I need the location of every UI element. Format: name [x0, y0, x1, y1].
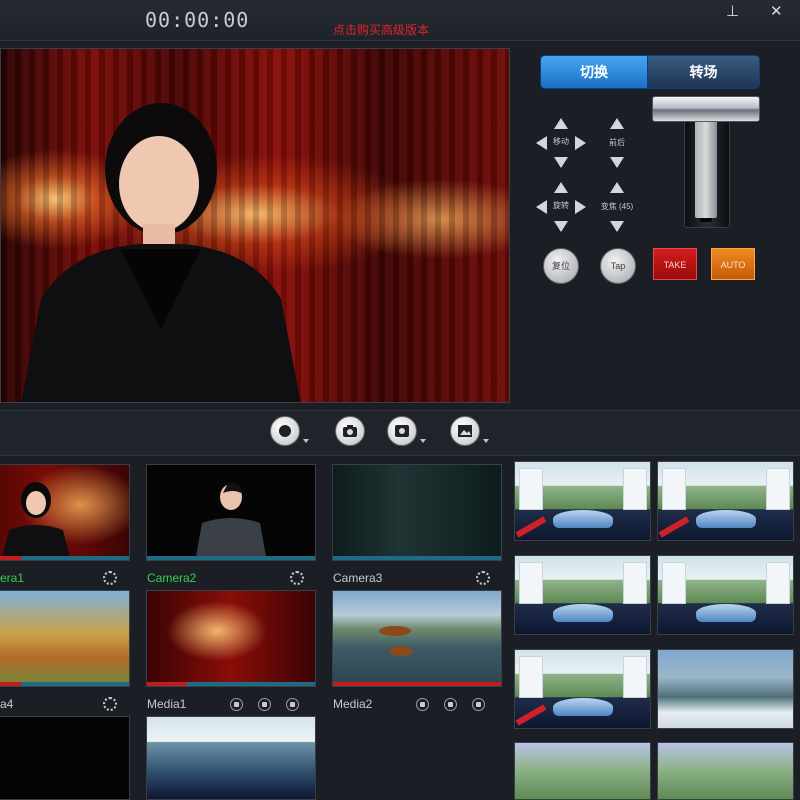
take-button[interactable]: TAKE [653, 248, 697, 280]
stop-icon[interactable] [230, 698, 243, 711]
source-label-camera1: era1 [0, 571, 25, 585]
tab-transition[interactable]: 转场 [648, 56, 759, 88]
image-button[interactable] [450, 416, 489, 446]
source-label-camera3: Camera3 [333, 571, 383, 585]
gear-icon[interactable] [290, 571, 304, 585]
camera-button[interactable] [335, 416, 365, 446]
stop-icon[interactable] [416, 698, 429, 711]
reset-button[interactable]: 复位 [543, 248, 579, 284]
timecode: 00:00:00 [145, 8, 250, 32]
tab-switch[interactable]: 切换 [541, 56, 648, 88]
zoom-out-icon[interactable] [610, 221, 624, 232]
loop-icon[interactable] [286, 698, 299, 711]
snapshot-button[interactable] [387, 416, 426, 446]
pause-icon[interactable] [444, 698, 457, 711]
pin-icon[interactable]: ⊥ [726, 2, 739, 20]
source-tile-camera2[interactable] [146, 464, 316, 561]
close-icon[interactable]: ✕ [770, 2, 783, 20]
camera-icon [343, 425, 357, 437]
source-label-media2: Media2 [333, 697, 373, 711]
scene-thumb[interactable] [514, 649, 651, 729]
auto-button[interactable]: AUTO [711, 248, 755, 280]
scene-thumb[interactable] [514, 461, 651, 541]
front-back-label: 前后 [609, 138, 625, 147]
zoom-label: 变焦 (45) [600, 202, 634, 211]
source-tile-empty[interactable] [0, 716, 130, 800]
scene-thumb[interactable] [657, 742, 794, 800]
snapshot-icon [395, 425, 409, 437]
scene-thumb[interactable] [657, 649, 794, 729]
source-tile-media-a4[interactable] [0, 590, 130, 687]
presenter-thumb [195, 482, 267, 560]
source-tile-scene-preview[interactable] [146, 716, 316, 800]
source-label-a4: a4 [0, 697, 14, 711]
scene-thumb[interactable] [514, 742, 651, 800]
source-tile-media1[interactable] [146, 590, 316, 687]
rotate-down-icon[interactable] [554, 221, 568, 232]
source-tile-media2[interactable] [332, 590, 502, 687]
boat-thumb [379, 626, 413, 656]
record-button[interactable] [270, 416, 309, 446]
upgrade-banner-link[interactable]: 点击购买高级版本 [333, 21, 429, 38]
rotate-up-icon[interactable] [554, 182, 568, 193]
zoom-pad[interactable]: 变焦 (45) [601, 182, 633, 232]
scene-thumb[interactable] [657, 555, 794, 635]
gear-icon[interactable] [476, 571, 490, 585]
move-pad[interactable]: 移动 [536, 118, 586, 168]
gear-icon[interactable] [103, 697, 117, 711]
snapshot-menu-caret-icon[interactable] [420, 439, 426, 443]
image-icon [458, 425, 472, 437]
tap-button[interactable]: Tap [600, 248, 636, 284]
image-menu-caret-icon[interactable] [483, 439, 489, 443]
move-label: 移动 [553, 137, 569, 146]
move-up-icon[interactable] [554, 118, 568, 129]
mode-tab-bar: 切换 转场 [540, 55, 760, 89]
record-icon [279, 425, 291, 437]
tbar-lever[interactable] [695, 118, 717, 218]
scene-thumb[interactable] [657, 461, 794, 541]
source-label-camera2: Camera2 [147, 571, 197, 585]
source-tile-camera3[interactable] [332, 464, 502, 561]
pause-icon[interactable] [258, 698, 271, 711]
gear-icon[interactable] [103, 571, 117, 585]
backward-icon[interactable] [610, 157, 624, 168]
front-back-pad[interactable]: 前后 [602, 118, 632, 168]
loop-icon[interactable] [472, 698, 485, 711]
zoom-in-icon[interactable] [610, 182, 624, 193]
forward-icon[interactable] [610, 118, 624, 129]
move-down-icon[interactable] [554, 157, 568, 168]
program-preview [0, 48, 510, 403]
source-label-media1: Media1 [147, 697, 187, 711]
presenter-figure [21, 103, 301, 402]
presenter-thumb [1, 482, 71, 560]
record-menu-caret-icon[interactable] [303, 439, 309, 443]
rotate-label: 旋转 [553, 201, 569, 210]
tbar-handle[interactable] [652, 96, 760, 122]
scene-thumb[interactable] [514, 555, 651, 635]
source-tile-camera1[interactable] [0, 464, 130, 561]
rotate-pad[interactable]: 旋转 [536, 182, 586, 232]
